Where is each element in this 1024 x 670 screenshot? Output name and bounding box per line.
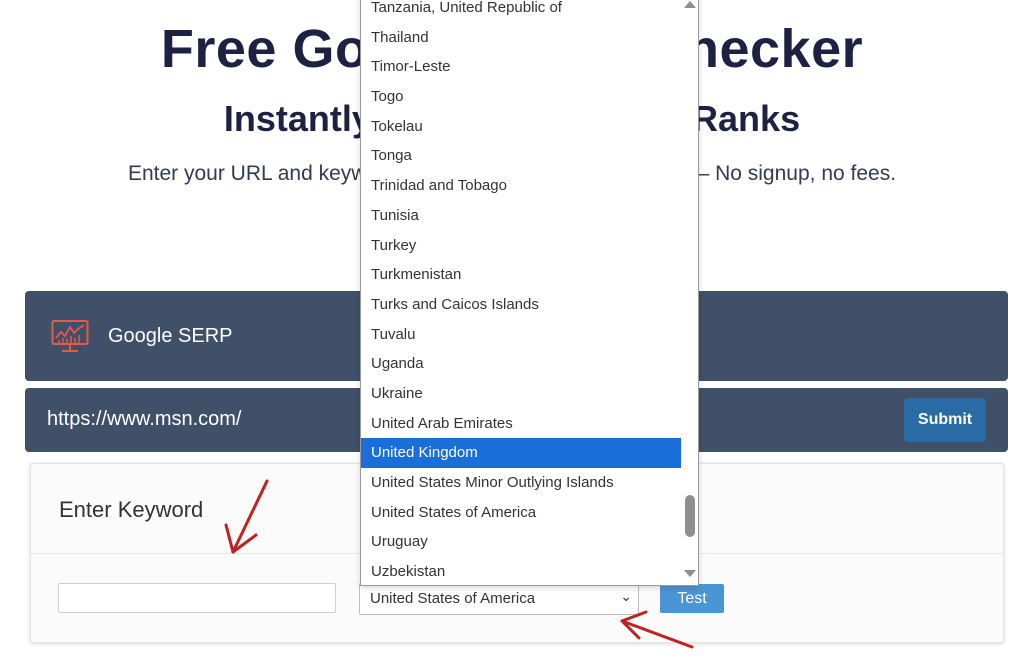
country-option[interactable]: Timor-Leste [361,52,681,82]
country-option[interactable]: United Arab Emirates [361,409,681,439]
keyword-input[interactable] [58,583,336,613]
country-option[interactable]: Ukraine [361,379,681,409]
country-option[interactable]: Uruguay [361,527,681,557]
country-option[interactable]: Turkey [361,231,681,261]
chevron-down-icon: ⌄ [620,588,632,604]
country-dropdown-list[interactable]: Tanzania, United Republic of Thailand Ti… [360,0,699,586]
country-option[interactable]: Tonga [361,141,681,171]
country-option[interactable]: Uganda [361,349,681,379]
country-option[interactable]: Togo [361,82,681,112]
country-option[interactable]: United States of America [361,498,681,528]
country-option[interactable]: Tuvalu [361,320,681,350]
country-option[interactable]: Turks and Caicos Islands [361,290,681,320]
country-select-value: United States of America [370,590,536,607]
country-option-highlighted[interactable]: United Kingdom [361,438,681,468]
scroll-down-arrow-icon[interactable] [684,570,696,577]
test-button[interactable]: Test [660,584,724,613]
country-select[interactable]: United States of America ⌄ [359,583,639,615]
country-options: Tanzania, United Republic of Thailand Ti… [361,0,681,585]
country-option[interactable]: Trinidad and Tobago [361,171,681,201]
scrollbar-thumb[interactable] [685,495,695,537]
keyword-card-title: Enter Keyword [59,497,204,522]
country-option[interactable]: Turkmenistan [361,260,681,290]
country-option[interactable]: Thailand [361,23,681,53]
country-option[interactable]: United States Minor Outlying Islands [361,468,681,498]
country-option[interactable]: Uzbekistan [361,557,681,585]
country-option[interactable]: Tanzania, United Republic of [361,0,681,23]
chart-monitor-icon [51,320,89,352]
url-input[interactable]: https://www.msn.com/ [47,408,242,431]
submit-button[interactable]: Submit [904,398,986,442]
scroll-up-arrow-icon[interactable] [684,1,696,8]
dropdown-scrollbar[interactable] [682,0,698,585]
serp-label: Google SERP [108,325,233,347]
country-option[interactable]: Tunisia [361,201,681,231]
country-option[interactable]: Tokelau [361,112,681,142]
